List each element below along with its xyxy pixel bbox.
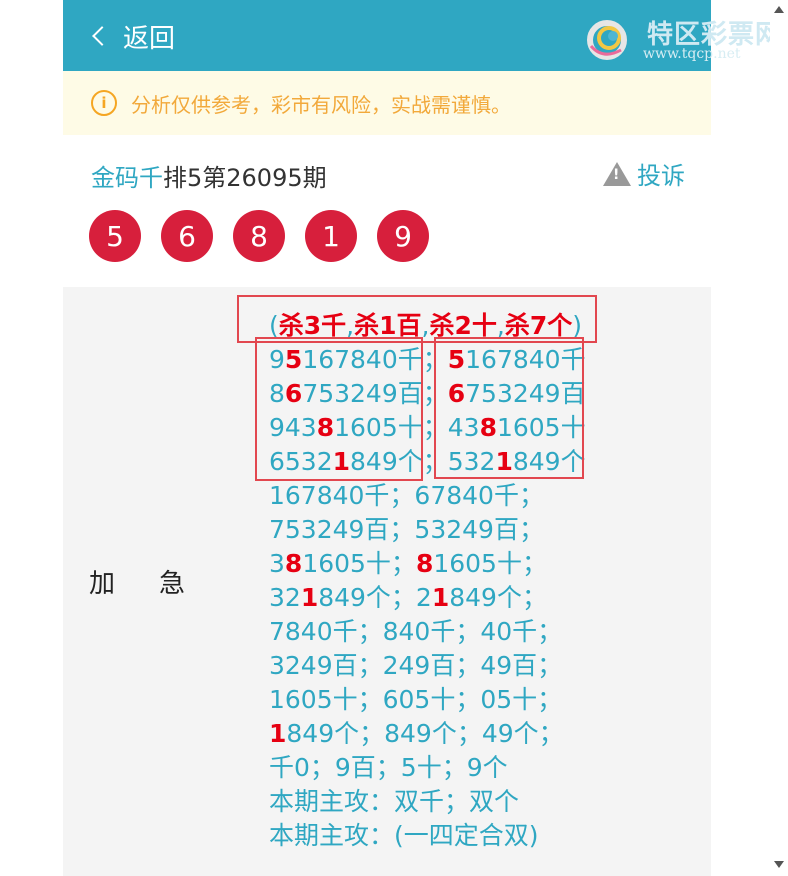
kill-highlight-box: [237, 295, 597, 343]
left-highlight-box: [255, 337, 423, 481]
result-ball: 1: [305, 210, 357, 262]
analysis-line: 3249百；249百；49百；: [269, 651, 563, 680]
analysis-line: 321849个；21849个；: [269, 583, 547, 612]
back-button[interactable]: 返回: [91, 18, 175, 54]
back-label: 返回: [123, 23, 176, 54]
title-text: 排5第26095期: [163, 164, 327, 192]
analysis-line: 1605十；605十；05十；: [269, 685, 563, 714]
post-header: 金码千排5第26095期 ! 投诉: [63, 150, 711, 198]
logo-icon: [587, 20, 627, 60]
right-highlight-box: [434, 337, 584, 479]
scrollbar[interactable]: [770, 0, 788, 876]
complain-label: 投诉: [637, 162, 685, 190]
analysis-line: 7840千；840千；40千；: [269, 617, 563, 646]
analysis-line: 753249百；53249百；: [269, 515, 544, 544]
post-title: 金码千排5第26095期: [91, 158, 327, 193]
scroll-down-arrow-icon[interactable]: [774, 861, 784, 868]
row-label: 加急: [89, 569, 230, 599]
analysis-table: 加急 (杀3千,杀1百,杀2十,杀7个) 95167840千；5167840千 8…: [63, 287, 711, 876]
chevron-left-icon: [92, 26, 112, 46]
analysis-line: 本期主攻：(一四定合双): [269, 821, 539, 850]
result-ball: 5: [89, 210, 141, 262]
page-frame: 返回 i 分析仅供参考，彩市有风险，实战需谨慎。 金码千排5第26095期 ! …: [63, 0, 711, 876]
info-icon: i: [91, 90, 117, 116]
warning-icon: !: [603, 161, 631, 186]
analysis-line: 167840千；67840千；: [269, 481, 544, 510]
analysis-line: 千0；9百；5十；9个: [269, 753, 508, 782]
risk-notice: i 分析仅供参考，彩市有风险，实战需谨慎。: [63, 71, 711, 135]
scroll-up-arrow-icon[interactable]: [774, 6, 784, 13]
analysis-line: 本期主攻：双千；双个: [269, 787, 520, 816]
result-ball: 8: [233, 210, 285, 262]
notice-text: 分析仅供参考，彩市有风险，实战需谨慎。: [131, 92, 511, 117]
draw-result-balls: 56819: [89, 210, 449, 262]
site-logo: 特区彩票网 www.tqcp.net: [583, 12, 783, 64]
analysis-line: 381605十；81605十；: [269, 549, 547, 578]
analysis-line: 1849个；849个；49个；: [269, 719, 564, 748]
result-ball: 9: [377, 210, 429, 262]
title-keyword-link[interactable]: 金码千: [91, 164, 163, 192]
logo-url: www.tqcp.net: [643, 46, 741, 62]
result-ball: 6: [161, 210, 213, 262]
complain-button[interactable]: ! 投诉: [603, 156, 685, 191]
